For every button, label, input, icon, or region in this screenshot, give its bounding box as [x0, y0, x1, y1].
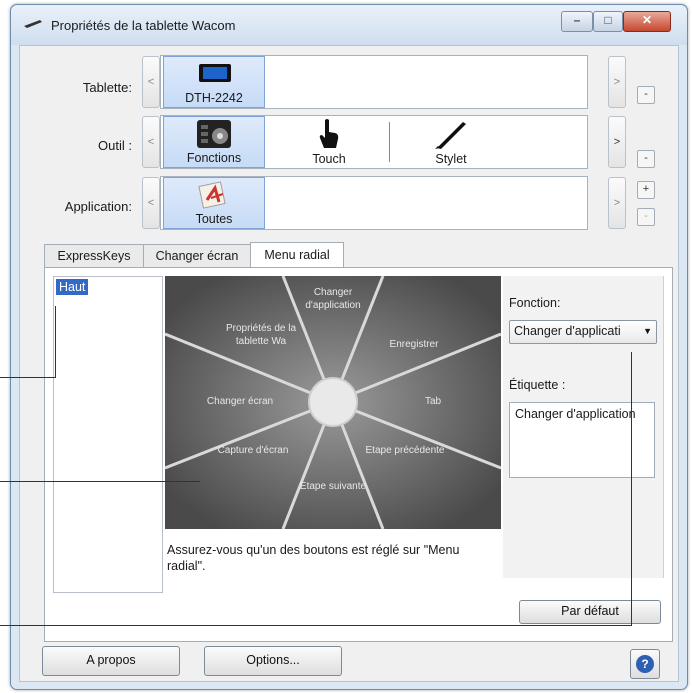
options-button[interactable]: Options... — [204, 646, 342, 676]
callout-line — [631, 352, 632, 626]
close-button[interactable]: ✕ — [623, 11, 671, 32]
tool-item-label: Stylet — [435, 152, 467, 166]
chevron-down-icon: ▼ — [643, 326, 652, 336]
tablet-icon — [199, 64, 231, 82]
remove-tool-button[interactable]: - — [637, 150, 655, 168]
tool-separator — [389, 122, 390, 162]
tablet-item-label: DTH-2242 — [185, 91, 243, 105]
pen-icon — [435, 122, 466, 149]
instruction-note: Assurez-vous qu'un des boutons est réglé… — [167, 543, 460, 573]
application-strip: Toutes — [160, 176, 588, 230]
application-row-label: Application: — [64, 199, 132, 214]
tablet-scroll-left[interactable]: < — [142, 56, 160, 108]
functions-icon — [197, 120, 231, 148]
tool-scroll-right[interactable]: > — [608, 116, 626, 168]
menu-radial-panel: Haut Changer d'application Enregistrer T… — [44, 267, 673, 642]
list-item[interactable]: Haut — [56, 279, 89, 295]
application-scroll-right[interactable]: > — [608, 177, 626, 229]
tool-item-touch[interactable]: Touch — [279, 116, 379, 168]
help-icon: ? — [636, 655, 654, 673]
radial-menu-preview: Changer d'application Enregistrer Tab Et… — [165, 276, 501, 529]
label-field[interactable]: Changer d'application — [509, 402, 655, 478]
wacom-properties-window: Propriétés de la tablette Wacom – □ ✕ Ta… — [10, 4, 688, 690]
application-scroll-left[interactable]: < — [142, 177, 160, 229]
about-button[interactable]: A propos — [42, 646, 180, 676]
title-bar[interactable]: Propriétés de la tablette Wacom – □ ✕ — [11, 5, 687, 45]
radial-segment-label: Etape suivante — [299, 481, 367, 492]
add-application-button[interactable]: + — [637, 181, 655, 199]
callout-line — [55, 306, 56, 378]
touch-hand-icon — [319, 119, 339, 148]
function-settings: Fonction: Changer d'applicati ▼ Étiquett… — [503, 276, 664, 578]
minimize-button[interactable]: – — [561, 11, 593, 32]
callout-line — [0, 481, 200, 482]
tool-item-fonctions[interactable]: Fonctions — [163, 116, 265, 168]
label-field-label: Étiquette : — [509, 378, 566, 392]
default-button[interactable]: Par défaut — [519, 600, 661, 624]
button-list[interactable]: Haut — [53, 276, 163, 593]
application-item-label: Toutes — [195, 212, 233, 226]
tool-strip: Fonctions Touch Stylet — [160, 115, 588, 169]
tab-menu-radial[interactable]: Menu radial — [250, 242, 344, 268]
remove-tablet-button[interactable]: - — [637, 86, 655, 104]
tab-changer-ecran[interactable]: Changer écran — [143, 244, 251, 267]
tab-expresskeys[interactable]: ExpressKeys — [44, 244, 144, 267]
window-content: Tablette: < DTH-2242 > - Outil : < Fonct… — [19, 45, 679, 682]
tool-item-label: Fonctions — [186, 151, 242, 165]
remove-application-button[interactable]: - — [637, 208, 655, 226]
application-item-toutes[interactable]: Toutes — [163, 177, 265, 229]
tablet-item-dth-2242[interactable]: DTH-2242 — [163, 56, 265, 108]
callout-line — [0, 625, 632, 626]
tool-row-label: Outil : — [98, 138, 132, 153]
window-title: Propriétés de la tablette Wacom — [51, 18, 236, 33]
radial-segment-label: Tab — [424, 396, 442, 407]
tool-item-label: Touch — [312, 152, 346, 166]
all-applications-icon — [198, 181, 226, 209]
radial-segment-label: Etape précédente — [365, 445, 445, 456]
tablet-scroll-right[interactable]: > — [608, 56, 626, 108]
maximize-button[interactable]: □ — [593, 11, 623, 32]
function-label: Fonction: — [509, 296, 561, 310]
function-select[interactable]: Changer d'applicati ▼ — [509, 320, 657, 344]
radial-segment-label: Capture d'écran — [217, 445, 289, 456]
callout-line — [0, 377, 56, 378]
radial-segment-label: Changer écran — [206, 396, 274, 407]
wacom-pen-icon — [24, 20, 42, 28]
tablet-strip: DTH-2242 — [160, 55, 588, 109]
help-button[interactable]: ? — [630, 649, 660, 679]
tablet-row-label: Tablette: — [82, 80, 132, 95]
tool-scroll-left[interactable]: < — [142, 116, 160, 168]
function-select-value: Changer d'applicati — [514, 324, 621, 338]
radial-segment-label: Propriétés de la tablette Wa — [225, 323, 297, 347]
radial-segment-label: Enregistrer — [389, 339, 439, 350]
radial-segment-label: Changer d'application — [305, 287, 361, 311]
tool-item-stylet[interactable]: Stylet — [401, 116, 501, 168]
